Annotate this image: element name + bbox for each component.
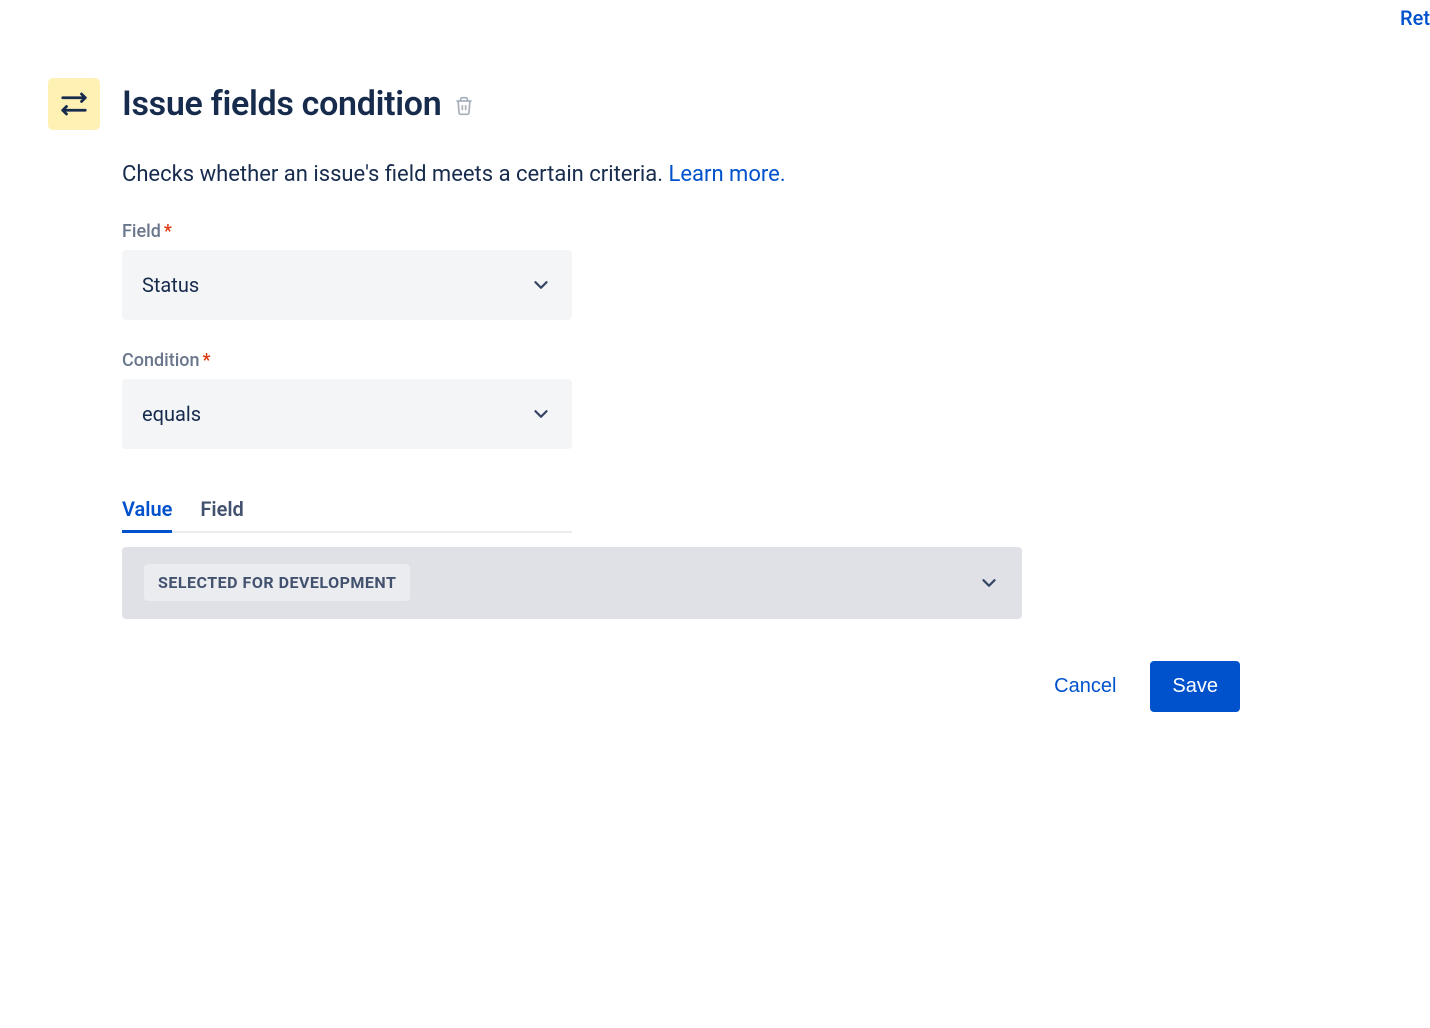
header-row: Issue fields condition [48,78,1260,130]
tab-value[interactable]: Value [122,497,172,531]
condition-select[interactable]: equals [122,379,572,449]
chevron-down-icon [530,403,552,425]
tabs: Value Field [122,497,572,533]
main-container: Issue fields condition Checks whether an… [0,0,1300,752]
field-label: Field* [122,221,1260,242]
delete-icon[interactable] [454,95,474,117]
chevron-down-icon [530,274,552,296]
cancel-button[interactable]: Cancel [1036,661,1134,712]
value-select[interactable]: SELECTED FOR DEVELOPMENT [122,547,1022,619]
return-link[interactable]: Ret [1400,6,1430,30]
field-select-value: Status [142,273,199,297]
chevron-down-icon [978,572,1000,594]
condition-select-value: equals [142,402,201,426]
save-button[interactable]: Save [1150,661,1240,712]
field-group-condition: Condition* equals [122,350,1260,449]
condition-icon [48,78,100,130]
value-chip: SELECTED FOR DEVELOPMENT [144,564,410,601]
learn-more-link[interactable]: Learn more. [669,162,786,187]
page-title: Issue fields condition [122,84,474,124]
condition-label: Condition* [122,350,1260,371]
field-group-field: Field* Status [122,221,1260,320]
content-body: Checks whether an issue's field meets a … [122,160,1260,619]
tab-field[interactable]: Field [200,497,243,531]
field-select[interactable]: Status [122,250,572,320]
description: Checks whether an issue's field meets a … [122,160,1260,191]
footer-buttons: Cancel Save [48,661,1240,712]
